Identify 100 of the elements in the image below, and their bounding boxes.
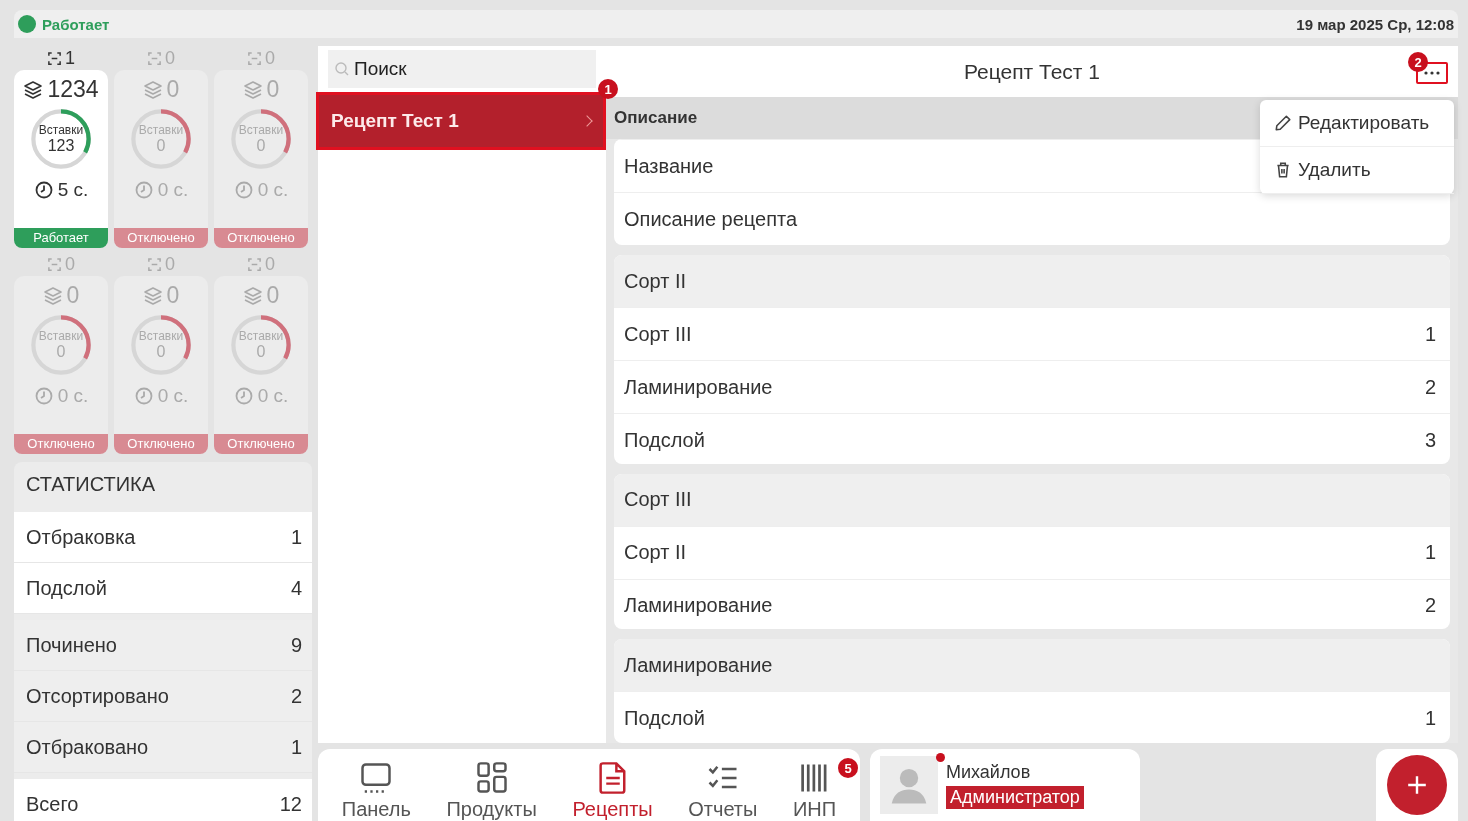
statistics-value: 4 <box>290 576 302 600</box>
layers-icon <box>142 79 163 100</box>
add-button[interactable] <box>1387 755 1447 815</box>
gauge-label: Вставки <box>138 123 184 137</box>
nav-tab[interactable]: Рецепты <box>572 760 653 821</box>
elapsed-time: 0 с. <box>57 385 89 407</box>
user-name: Михайлов <box>946 761 1031 783</box>
layers-icon <box>142 285 163 306</box>
machine-status: Работает <box>14 228 108 248</box>
gauge-label: Вставки <box>138 329 184 343</box>
layers-icon <box>42 285 63 306</box>
elapsed-time: 0 с. <box>157 179 189 201</box>
layers-count: 0 <box>266 282 280 309</box>
detail-label: Подслой <box>624 428 705 452</box>
gauge-value: 0 <box>256 137 266 155</box>
statistics-label: Починено <box>26 633 117 657</box>
elapsed-time: 0 с. <box>257 179 289 201</box>
pencil-icon <box>1274 114 1292 132</box>
gauge-label: Вставки <box>38 123 84 137</box>
detail-label: Ламинирование <box>624 594 773 617</box>
detail-value: 1 <box>1424 706 1436 730</box>
gauge-value: 0 <box>156 343 166 361</box>
statistics-value: 2 <box>290 684 302 708</box>
machine-status: Отключено <box>214 434 308 454</box>
gauge-value: 0 <box>156 137 166 155</box>
status-text: Работает <box>42 15 110 33</box>
layers-count: 0 <box>166 76 180 103</box>
clock-icon <box>133 386 154 406</box>
clock-icon <box>233 386 254 406</box>
gauge-label: Вставки <box>38 329 84 343</box>
layers-count: 0 <box>166 282 180 309</box>
machine-count: 0 <box>165 253 175 275</box>
detail-value: 2 <box>1424 594 1436 617</box>
detail-value: 3 <box>1424 428 1436 452</box>
search-icon <box>334 61 350 77</box>
elapsed-time: 0 с. <box>157 385 189 407</box>
machine-count: 0 <box>165 47 175 69</box>
trash-icon <box>1274 161 1292 179</box>
detail-value: 1 <box>1424 541 1436 564</box>
nav-tab[interactable]: Панель <box>341 760 411 821</box>
nav-tab[interactable]: ИНП <box>792 760 837 821</box>
machine-status: Отключено <box>114 434 208 454</box>
detail-label: Описание рецепта <box>624 207 798 231</box>
user-role: Администратор <box>946 785 1084 809</box>
scan-icon <box>147 50 162 66</box>
group-header: Ламинирование <box>614 639 1450 692</box>
statistics-title: СТАТИСТИКА <box>25 472 157 497</box>
scan-icon <box>47 256 62 272</box>
statistics-value: 12 <box>279 792 302 816</box>
gauge-label: Вставки <box>238 123 284 137</box>
notification-badge: 5 <box>838 758 859 778</box>
detail-label: Сорт III <box>624 322 692 346</box>
statistics-value: 1 <box>290 735 302 759</box>
layers-icon <box>23 79 44 100</box>
group-header: Сорт III <box>614 473 1450 526</box>
clock-icon <box>33 180 54 200</box>
detail-label: Подслой <box>624 706 705 730</box>
layers-count: 1234 <box>47 76 99 103</box>
nav-tab[interactable]: Отчеты <box>688 760 758 821</box>
elapsed-time: 5 с. <box>57 179 89 201</box>
layers-icon <box>242 285 263 306</box>
layers-icon <box>242 79 263 100</box>
clock-icon <box>33 386 54 406</box>
notification-badge: 1 <box>598 79 618 99</box>
gauge-value: 123 <box>47 137 75 155</box>
nav-tab[interactable]: Продукты <box>446 760 537 821</box>
layers-count: 0 <box>66 282 80 309</box>
detail-value: 1 <box>1424 322 1436 346</box>
scan-icon <box>47 50 62 66</box>
detail-label: Ламинирование <box>624 375 773 399</box>
recipe-title: Рецепт Тест 1 <box>964 59 1100 84</box>
statistics-label: Отбраковано <box>26 735 149 759</box>
clock-icon <box>233 180 254 200</box>
statistics-value: 9 <box>290 633 302 657</box>
gauge-value: 0 <box>56 343 66 361</box>
detail-value: 2 <box>1424 375 1436 399</box>
recipe-item[interactable]: Рецепт Тест 1 <box>316 92 606 150</box>
group-header: Сорт II <box>614 255 1450 308</box>
statistics-label: Подслой <box>26 576 107 600</box>
search-field[interactable]: Поиск <box>328 50 596 88</box>
elapsed-time: 0 с. <box>257 385 289 407</box>
statistics-value: 1 <box>290 525 302 549</box>
notification-badge: 2 <box>1408 52 1428 72</box>
plus-icon <box>1406 774 1428 796</box>
statistics-label: Всего <box>26 792 79 816</box>
machine-status: Отключено <box>214 228 308 248</box>
machine-count: 0 <box>65 253 75 275</box>
machine-count: 0 <box>265 253 275 275</box>
scan-icon <box>147 256 162 272</box>
statistics-label: Отсортировано <box>26 684 169 708</box>
gauge-value: 0 <box>256 343 266 361</box>
machine-count: 1 <box>65 47 75 69</box>
detail-label: Сорт II <box>624 541 687 564</box>
date-time: 19 мар 2025 Ср, 12:08 <box>1296 15 1454 33</box>
machine-status: Отключено <box>114 228 208 248</box>
machine-status: Отключено <box>14 434 108 454</box>
gauge-label: Вставки <box>238 329 284 343</box>
layers-count: 0 <box>266 76 280 103</box>
clock-icon <box>133 180 154 200</box>
statistics-label: Отбраковка <box>26 525 136 549</box>
